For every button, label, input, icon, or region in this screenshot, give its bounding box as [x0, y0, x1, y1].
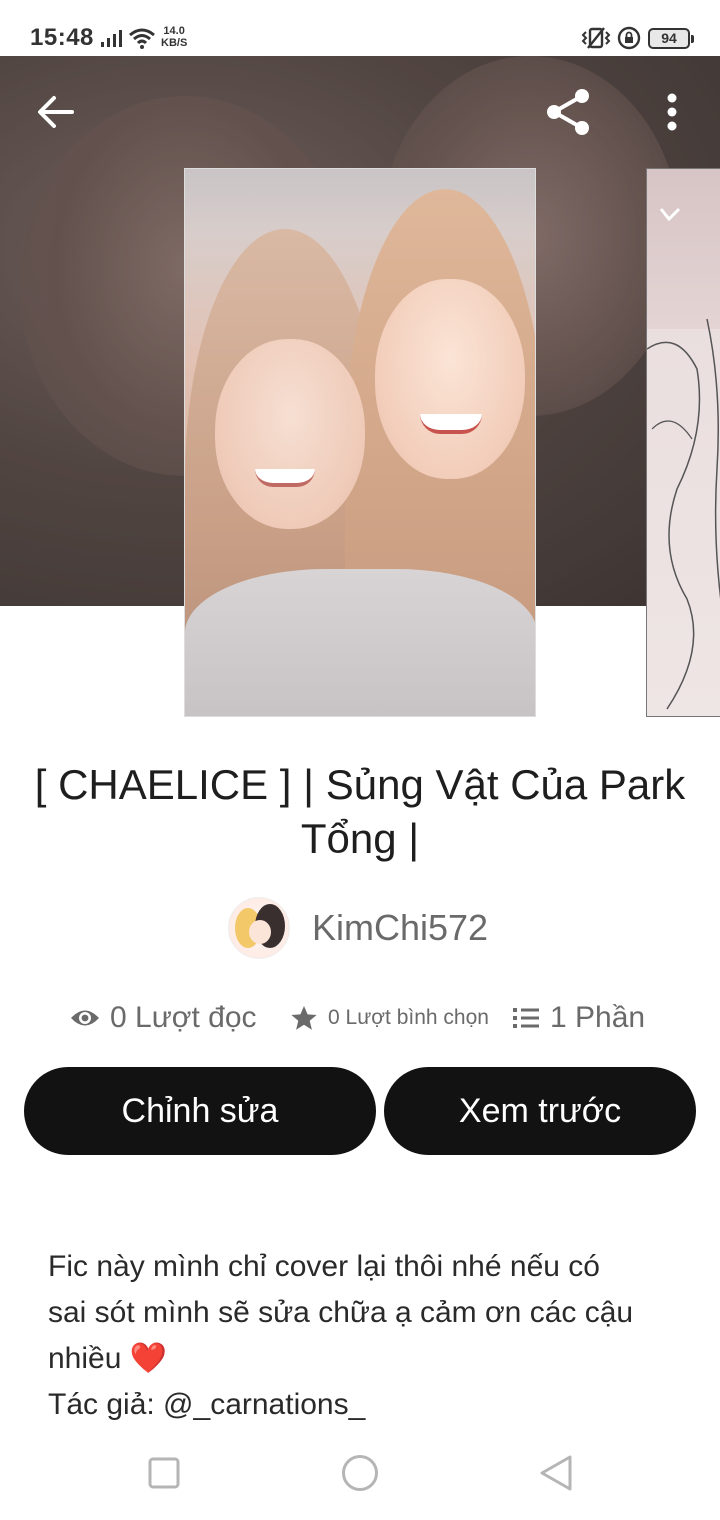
recents-icon[interactable]	[148, 1457, 180, 1489]
eye-icon	[71, 1010, 99, 1026]
star-icon	[291, 1006, 317, 1030]
author-link[interactable]: KimChi572	[228, 896, 488, 960]
network-speed-value: 14.0	[163, 25, 185, 37]
story-description: Fic này mình chỉ cover lại thôi nhé nếu …	[48, 1244, 688, 1428]
avatar[interactable]	[228, 897, 290, 959]
author-name[interactable]: KimChi572	[312, 907, 488, 949]
more-vert-icon[interactable]	[656, 88, 688, 136]
parts-count: 1 Phần	[550, 1001, 646, 1034]
description-line: Fic này mình chỉ cover lại thôi nhé nếu …	[48, 1250, 600, 1283]
home-icon[interactable]	[341, 1454, 379, 1492]
status-bar: 15:48 14.0 KB/S 94	[0, 0, 720, 56]
description-line: nhiều ❤️	[48, 1336, 688, 1382]
list-icon	[513, 1008, 539, 1028]
heart-emoji: ❤️	[129, 1342, 168, 1375]
votes-count: 0 Lượt bình chọn	[328, 1006, 489, 1029]
parts-stat: 1 Phần	[512, 990, 645, 1046]
back-arrow-icon[interactable]	[34, 90, 78, 134]
description-author-credit: Tác giả: @_carnations_	[48, 1388, 366, 1421]
signal-icon	[101, 30, 122, 47]
edit-button[interactable]: Chỉnh sửa	[24, 1067, 376, 1155]
story-title: [ CHAELICE ] | Sủng Vật Của Park Tổng |	[34, 761, 686, 862]
status-time: 15:48	[30, 24, 94, 51]
battery-icon: 94	[648, 28, 694, 49]
description-line-text: nhiều	[48, 1342, 122, 1375]
lock-rotation-icon	[617, 26, 641, 50]
next-story-cover-image[interactable]	[646, 168, 720, 717]
network-speed-unit: KB/S	[161, 37, 188, 49]
network-speed: 14.0 KB/S	[161, 25, 187, 49]
share-icon[interactable]	[542, 86, 594, 138]
preview-button[interactable]: Xem trước	[384, 1067, 696, 1155]
votes-stat: 0 Lượt bình chọn	[290, 990, 489, 1046]
story-cover-image[interactable]	[184, 168, 536, 717]
wifi-icon	[129, 28, 155, 49]
reads-count: 0 Lượt đọc	[110, 1001, 257, 1034]
back-icon[interactable]	[538, 1454, 574, 1492]
description-line: sai sót mình sẽ sửa chữa ạ cảm ơn các cậ…	[48, 1296, 634, 1329]
system-nav-bar	[0, 1430, 720, 1520]
vibrate-icon	[581, 27, 611, 49]
reads-stat: 0 Lượt đọc	[70, 990, 257, 1046]
story-stats: 0 Lượt đọc 0 Lượt bình chọn 1 Phần	[0, 990, 720, 1046]
next-cover-sketch	[647, 207, 720, 710]
